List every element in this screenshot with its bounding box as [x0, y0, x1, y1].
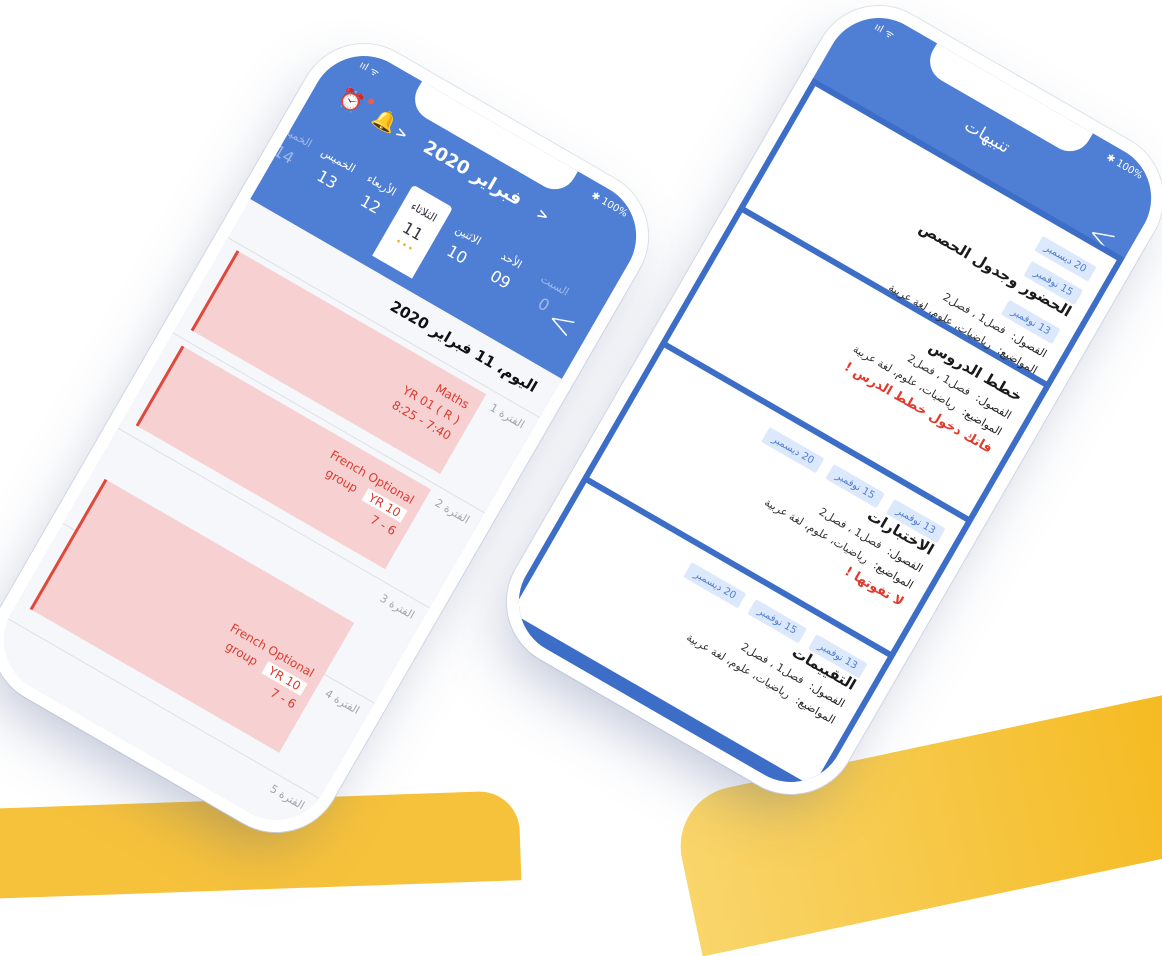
period-label: الفترة 4	[322, 686, 362, 717]
notifications-screen: ııl ᯤ ✱ 100% تنبيهات > 20 ديسمبر 15 نوفم…	[499, 0, 1162, 802]
period-label: الفترة 3	[377, 591, 417, 622]
period-label: الفترة 1	[487, 401, 527, 432]
period-label: الفترة 5	[267, 782, 307, 813]
day-name: الأحد	[498, 249, 525, 272]
notifications-phone: ııl ᯤ ✱ 100% تنبيهات > 20 ديسمبر 15 نوفم…	[499, 0, 1162, 802]
timetable-phone: ııl ᯤ ✱ 100% ⏰ 🔔 < فبراير 2020 < > الخمي…	[0, 36, 656, 840]
prev-month-button[interactable]: <	[534, 206, 552, 226]
period-label: الفترة 2	[432, 496, 472, 527]
next-month-button[interactable]: <	[392, 124, 410, 144]
timetable-screen: ııl ᯤ ✱ 100% ⏰ 🔔 < فبراير 2020 < > الخمي…	[0, 36, 656, 840]
